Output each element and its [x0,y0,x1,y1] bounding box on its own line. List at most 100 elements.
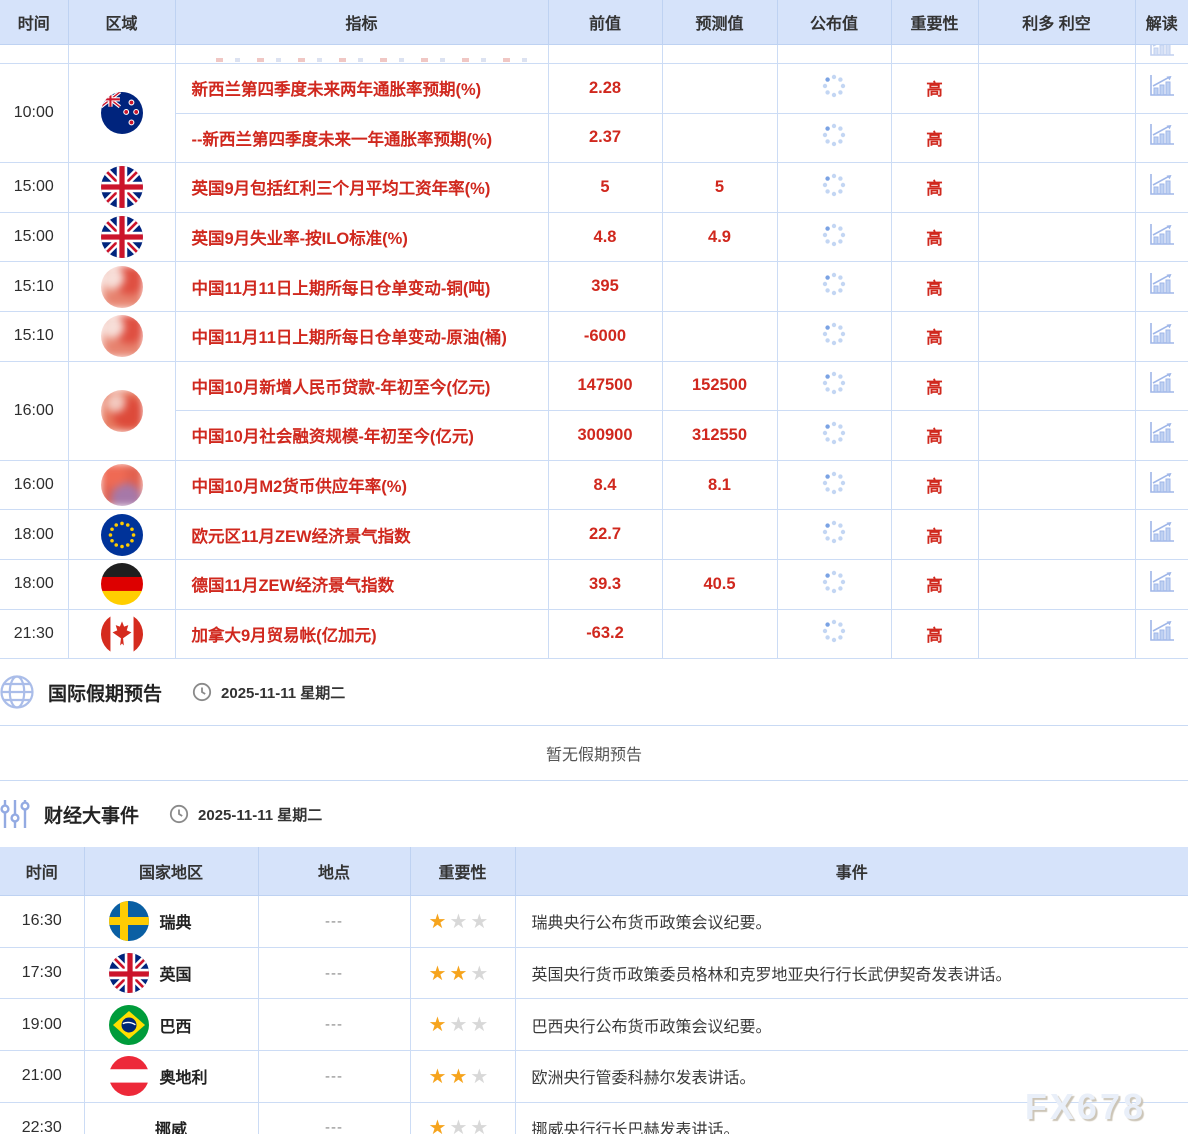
indicator-cell-text[interactable]: 中国11月11日上期所每日仓单变动-原油(桶) [192,329,507,347]
indicator-cell[interactable]: 中国10月新增人民币贷款-年初至今(亿元) [175,361,548,411]
chart-analysis-icon[interactable] [1147,86,1177,103]
econ-row: 16:00中国10月M2货币供应年率(%)8.48.1高 [0,460,1188,510]
analysis-cell[interactable] [1135,212,1188,262]
indicator-cell[interactable]: 英国9月包括红利三个月平均工资年率(%) [175,163,548,213]
region-cell [68,609,175,659]
indicator-cell-text[interactable]: 中国10月新增人民币贷款-年初至今(亿元) [192,379,491,397]
analysis-cell[interactable] [1135,510,1188,560]
indicator-cell[interactable]: 加拿大9月贸易帐(亿加元) [175,609,548,659]
chart-analysis-icon[interactable] [1147,383,1177,400]
time-cell: 18:00 [0,559,68,609]
indicator-cell[interactable]: 新西兰第四季度未来两年通胀率预期(%) [175,64,548,114]
country-group: 挪威 [85,1116,258,1134]
chart-analysis-icon[interactable] [1147,433,1177,450]
country-group: 英国 [85,953,258,993]
chart-analysis-icon[interactable] [1147,582,1177,599]
analysis-cell[interactable] [1135,559,1188,609]
star-empty-icon: ★ [470,1066,491,1088]
analysis-cell[interactable] [1135,361,1188,411]
indicator-cell[interactable]: --新西兰第四季度未来一年通胀率预期(%) [175,113,548,163]
star-filled-icon: ★ [429,1014,450,1036]
indicator-cell-text[interactable]: 德国11月ZEW经济景气指数 [192,577,395,595]
holiday-date: 2025-11-11 星期二 [221,682,345,703]
previous-value-cell-text: 147500 [577,376,632,394]
indicator-cell-text[interactable]: 中国11月11日上期所每日仓单变动-铜(吨) [192,280,491,298]
indicator-cell-text[interactable]: 加拿大9月贸易帐(亿加元) [192,627,377,645]
event-description-cell: 瑞典央行公布货币政策会议纪要。 [515,896,1188,948]
analysis-cell[interactable] [1135,311,1188,361]
indicator-cell-text[interactable]: 英国9月失业率-按ILO标准(%) [192,230,408,248]
indicator-cell-text[interactable]: 新西兰第四季度未来两年通胀率预期(%) [192,81,482,99]
econ-row: --新西兰第四季度未来一年通胀率预期(%)2.37高 [0,113,1188,163]
indicator-cell[interactable]: 德国11月ZEW经济景气指数 [175,559,548,609]
event-location-cell: --- [258,1050,410,1102]
col-region: 区域 [68,0,175,45]
indicator-cell[interactable]: 中国10月M2货币供应年率(%) [175,460,548,510]
analysis-cell[interactable] [1135,609,1188,659]
chart-analysis-icon[interactable] [1147,532,1177,549]
analysis-cell[interactable] [1135,113,1188,163]
time-cell-text: 15:00 [14,228,54,245]
fx678-watermark: FX678 [1025,1086,1146,1128]
event-time-cell: 19:00 [0,999,84,1051]
indicator-cell[interactable]: 欧元区11月ZEW经济景气指数 [175,510,548,560]
chart-analysis-icon[interactable] [1147,284,1177,301]
importance-cell: 高 [891,212,978,262]
event-location-cell: --- [258,1102,410,1134]
clipped-time-cell [0,45,68,64]
event-description-cell-text: 挪威央行行长巴赫发表讲话。 [532,1122,740,1134]
bull-bear-cell [978,609,1135,659]
chart-analysis-icon[interactable] [1147,334,1177,351]
analysis-cell[interactable] [1135,411,1188,461]
indicator-cell-text[interactable]: 中国10月社会融资规模-年初至今(亿元) [192,428,474,446]
published-value-cell [777,113,891,163]
indicator-cell-text[interactable]: 欧元区11月ZEW经济景气指数 [192,528,411,546]
chart-analysis-icon[interactable] [1147,631,1177,648]
indicator-cell[interactable]: 英国9月失业率-按ILO标准(%) [175,212,548,262]
region-cell [68,64,175,163]
importance-cell: 高 [891,460,978,510]
analysis-cell[interactable] [1135,64,1188,114]
previous-value-cell: 395 [548,262,662,312]
at-flag-icon [109,1056,149,1096]
forecast-value-cell: 5 [662,163,777,213]
col-bull-bear: 利多 利空 [978,0,1135,45]
indicator-cell[interactable]: 中国11月11日上期所每日仓单变动-铜(吨) [175,262,548,312]
time-cell: 15:00 [0,212,68,262]
indicator-cell[interactable]: 中国11月11日上期所每日仓单变动-原油(桶) [175,311,548,361]
time-cell-text: 18:00 [14,575,54,592]
indicator-cell-text[interactable]: --新西兰第四季度未来一年通胀率预期(%) [192,131,493,149]
region-cell [68,311,175,361]
country-name: 巴西 [160,1013,192,1037]
time-cell-text: 15:10 [14,327,54,344]
clipped-prev-cell [548,45,662,64]
time-cell-text: 16:00 [14,402,54,419]
bull-bear-cell [978,311,1135,361]
analysis-cell[interactable] [1135,460,1188,510]
indicator-cell-text[interactable]: 英国9月包括红利三个月平均工资年率(%) [192,180,491,198]
analysis-cell[interactable] [1135,163,1188,213]
indicator-cell-text[interactable]: 中国10月M2货币供应年率(%) [192,478,407,496]
economic-calendar-table: 时间 区域 指标 前值 预测值 公布值 重要性 利多 利空 解读 [0,0,1188,659]
chart-analysis-icon[interactable] [1147,185,1177,202]
event-row: 21:00奥地利---★★★欧洲央行管委科赫尔发表讲话。 [0,1050,1188,1102]
importance-cell-text: 高 [926,81,943,99]
event-importance-cell: ★★★ [410,896,515,948]
time-cell: 15:10 [0,311,68,361]
event-location-cell-text: --- [325,1119,343,1134]
event-time-cell: 21:00 [0,1050,84,1102]
previous-value-cell-text: -6000 [584,327,626,345]
published-value-cell [777,212,891,262]
chart-analysis-icon[interactable] [1147,135,1177,152]
event-time-cell: 16:30 [0,896,84,948]
chart-analysis-icon[interactable] [1147,483,1177,500]
forecast-value-cell-text: 4.9 [708,228,731,246]
chart-analysis-icon[interactable] [1147,235,1177,252]
analysis-cell[interactable] [1135,262,1188,312]
importance-cell-text: 高 [926,428,943,446]
published-value-cell [777,361,891,411]
indicator-cell[interactable]: 中国10月社会融资规模-年初至今(亿元) [175,411,548,461]
event-row: 17:30英国---★★★英国央行货币政策委员格林和克罗地亚央行行长武伊契奇发表… [0,947,1188,999]
event-location-cell-text: --- [325,913,343,930]
previous-value-cell-text: 395 [591,277,619,295]
